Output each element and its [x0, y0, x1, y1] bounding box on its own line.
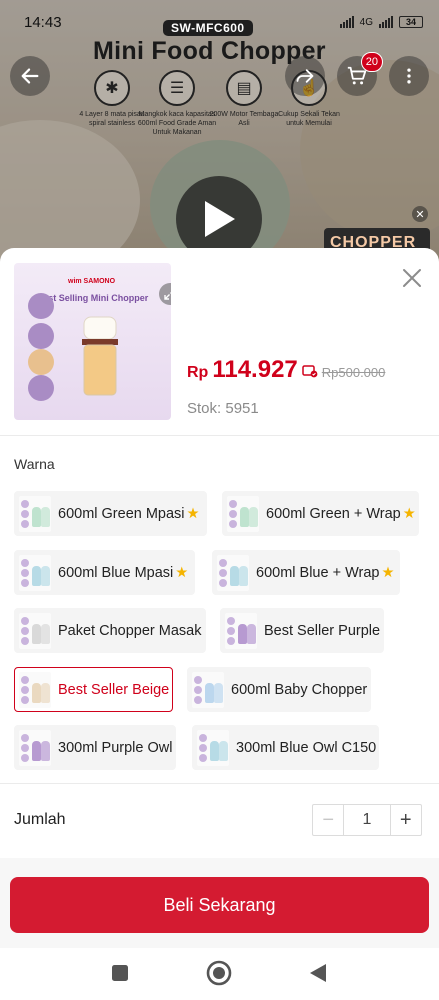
square-icon: [112, 965, 128, 981]
variant-option[interactable]: 600ml Blue + Wrap ★: [212, 550, 400, 595]
cell-signal-icon: [379, 16, 393, 28]
quantity-value[interactable]: 1: [344, 805, 389, 835]
variant-thumbnail: [19, 729, 51, 766]
model-badge: SW-MFC600: [163, 20, 253, 36]
current-price: 114.927: [212, 356, 298, 383]
variant-thumbnail: [192, 671, 224, 708]
variant-thumbnail: [217, 554, 249, 591]
variant-option[interactable]: Best Seller Purple: [220, 608, 384, 653]
more-button[interactable]: [389, 56, 429, 96]
cart-button[interactable]: 20: [337, 52, 383, 96]
variant-option[interactable]: 600ml Blue Mpasi ★: [14, 550, 195, 595]
promo-close-icon[interactable]: ✕: [412, 206, 428, 222]
variant-option[interactable]: 300ml Blue Owl C150: [192, 725, 379, 770]
product-variant-screen: 14:43 4G 34 SW-MFC600 Mini Food Chopper …: [0, 0, 439, 1000]
star-icon: ★: [186, 505, 200, 522]
quantity-decrease-button[interactable]: −: [313, 805, 345, 835]
star-icon: ★: [381, 564, 395, 581]
price-currency: Rp: [187, 364, 209, 381]
expand-icon: [164, 288, 171, 300]
variant-thumbnail: [225, 612, 257, 649]
variant-label: Best Seller Beige: [58, 681, 170, 698]
coin-discount-icon: [302, 364, 318, 378]
thumbnail-brand: wim SAMONO: [68, 278, 116, 285]
nav-home-button[interactable]: [206, 960, 232, 986]
system-nav-bar: [0, 948, 439, 1000]
motor-icon: ▤: [226, 70, 262, 106]
variant-bottom-sheet: wim SAMONO Best Selling Mini Chopper Rp …: [0, 248, 439, 1000]
blade-icon: ✱: [94, 70, 130, 106]
variant-option[interactable]: 600ml Green + Wrap ★: [222, 491, 419, 536]
variant-option[interactable]: Best Seller Beige: [14, 667, 173, 712]
home-circle-icon: [206, 960, 232, 986]
variant-label: 300ml Purple Owl: [58, 739, 173, 756]
share-icon: [296, 69, 314, 83]
close-sheet-button[interactable]: [398, 264, 426, 292]
variant-label: Paket Chopper Masak: [58, 622, 202, 639]
variant-option[interactable]: 300ml Purple Owl: [14, 725, 176, 770]
star-icon: ★: [175, 564, 189, 581]
share-button[interactable]: [285, 56, 325, 96]
buy-now-button[interactable]: Beli Sekarang: [10, 877, 429, 933]
variant-label: 600ml Baby Chopper: [231, 681, 368, 698]
variant-option[interactable]: Paket Chopper Masak: [14, 608, 206, 653]
variant-thumbnail: [19, 495, 51, 532]
star-icon: ★: [402, 505, 416, 522]
network-type: 4G: [359, 16, 373, 28]
arrow-left-icon: [21, 68, 39, 84]
divider: [0, 435, 439, 436]
product-video-background[interactable]: 14:43 4G 34 SW-MFC600 Mini Food Chopper …: [0, 0, 439, 262]
variant-option[interactable]: 600ml Baby Chopper: [187, 667, 371, 712]
price-row: Rp 114.927 Rp500.000: [187, 356, 385, 384]
glass-bowl-icon: ☰: [159, 70, 195, 106]
variant-thumbnail: [227, 495, 259, 532]
variant-label: 600ml Blue + Wrap: [256, 564, 380, 581]
quantity-stepper: − 1 +: [312, 804, 422, 836]
variant-thumbnail: [19, 671, 51, 708]
variant-label: Best Seller Purple: [264, 622, 381, 639]
cart-count-badge: 20: [360, 52, 383, 72]
close-icon: [403, 269, 421, 287]
variant-label: 600ml Blue Mpasi: [58, 564, 174, 581]
variant-thumbnail: [197, 729, 229, 766]
original-price: Rp500.000: [321, 365, 386, 380]
variant-section-label: Warna: [14, 456, 55, 472]
triangle-back-icon: [310, 964, 326, 982]
product-thumbnail[interactable]: wim SAMONO Best Selling Mini Chopper: [14, 263, 171, 420]
back-button[interactable]: [10, 56, 50, 96]
status-time: 14:43: [24, 13, 62, 31]
variant-label: 600ml Green Mpasi: [58, 505, 185, 522]
variant-thumbnail: [19, 612, 51, 649]
wifi-signal-icon: [339, 16, 354, 28]
play-icon: [205, 201, 235, 237]
stock-count: Stok: 5951: [187, 400, 259, 417]
quantity-label: Jumlah: [14, 811, 66, 828]
more-vertical-icon: [407, 68, 411, 84]
divider: [0, 783, 439, 784]
variant-label: 300ml Blue Owl C150: [236, 739, 377, 756]
nav-recents-button[interactable]: [107, 960, 133, 986]
chopper-jar-image: [82, 316, 118, 396]
variant-option[interactable]: 600ml Green Mpasi ★: [14, 491, 207, 536]
quantity-increase-button[interactable]: +: [389, 805, 421, 835]
variant-label: 600ml Green + Wrap: [266, 505, 401, 522]
nav-back-button[interactable]: [305, 960, 331, 986]
variant-thumbnail: [19, 554, 51, 591]
battery-icon: 34: [399, 16, 423, 28]
